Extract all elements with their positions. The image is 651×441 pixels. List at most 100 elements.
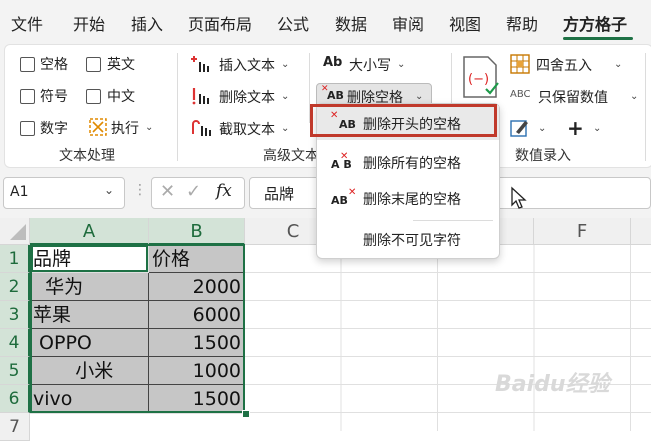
add-button[interactable]: + ⌄ bbox=[565, 116, 607, 141]
edit-icon bbox=[510, 120, 528, 137]
tab-review[interactable]: 审阅 bbox=[392, 11, 424, 35]
cell-a5[interactable]: 小米 bbox=[30, 357, 149, 385]
checkbox-space[interactable] bbox=[20, 57, 35, 72]
plus-icon: + bbox=[567, 116, 584, 140]
menu-item-label: 删除所有的空格 bbox=[363, 156, 461, 172]
chevron-down-icon: ⌄ bbox=[415, 91, 424, 102]
tab-data[interactable]: 数据 bbox=[335, 11, 367, 35]
tab-fangfanggezi[interactable]: 方方格子 bbox=[563, 11, 627, 35]
cell-b6[interactable]: 1500 bbox=[149, 385, 245, 413]
checkbox-number[interactable] bbox=[20, 121, 35, 136]
row-header-3[interactable]: 3 bbox=[0, 301, 30, 329]
formula-controls: ✕ ✓ fx bbox=[151, 177, 245, 209]
round-label: 四舍五入 bbox=[536, 58, 592, 74]
extract-text-button[interactable]: 截取文本 ⌄ bbox=[191, 117, 301, 141]
chevron-down-icon: ⌄ bbox=[145, 122, 154, 133]
value-icon: (−) bbox=[463, 56, 499, 98]
cell-a6[interactable]: vivo bbox=[30, 385, 149, 413]
extract-text-label: 截取文本 bbox=[219, 122, 275, 138]
group-divider bbox=[645, 53, 646, 161]
red-x-icon: ✕ bbox=[348, 187, 357, 198]
cell-b2[interactable]: 2000 bbox=[149, 273, 245, 301]
row-header-5[interactable]: 5 bbox=[0, 357, 30, 385]
cancel-icon[interactable]: ✕ bbox=[160, 181, 175, 202]
row-header-6[interactable]: 6 bbox=[0, 385, 30, 413]
empty-cells[interactable] bbox=[245, 245, 651, 431]
keep-values-button[interactable]: ABC 只保留数值 ⌄ bbox=[510, 85, 648, 109]
svg-text:(−): (−) bbox=[468, 72, 489, 87]
chevron-down-icon: ⌄ bbox=[538, 123, 547, 134]
menu-item-label: 删除不可见字符 bbox=[363, 233, 461, 249]
row-header-7[interactable]: 7 bbox=[0, 413, 30, 441]
case-button[interactable]: Ab 大小写 ⌄ bbox=[321, 53, 421, 77]
group-label-number-entry: 数值录入 bbox=[515, 148, 571, 164]
formula-content: 品牌 bbox=[264, 185, 295, 203]
chevron-down-icon: ⌄ bbox=[630, 91, 639, 102]
watermark: Baidu经验 bbox=[495, 372, 610, 397]
delete-text-label: 删除文本 bbox=[219, 90, 275, 106]
checkbox-english[interactable] bbox=[86, 57, 101, 72]
checkbox-symbol[interactable] bbox=[20, 89, 35, 104]
execute-icon bbox=[89, 118, 107, 136]
group-label-advanced-text: 高级文本 bbox=[263, 148, 319, 164]
chevron-down-icon: ⌄ bbox=[281, 123, 290, 134]
menu-item-label: 删除末尾的空格 bbox=[363, 192, 461, 208]
chevron-down-icon: ⌄ bbox=[104, 183, 115, 197]
tab-home[interactable]: 开始 bbox=[73, 11, 105, 35]
chevron-down-icon: ⌄ bbox=[397, 59, 406, 70]
tab-view[interactable]: 视图 bbox=[449, 11, 481, 35]
fill-handle[interactable] bbox=[242, 410, 250, 418]
column-header-g[interactable] bbox=[631, 218, 651, 245]
insert-text-icon bbox=[191, 56, 209, 72]
select-all-corner[interactable] bbox=[0, 218, 30, 245]
round-button[interactable]: 四舍五入 ⌄ bbox=[510, 53, 630, 77]
row-header-1[interactable]: 1 bbox=[0, 245, 30, 273]
delete-text-button[interactable]: 删除文本 ⌄ bbox=[191, 85, 301, 109]
fx-icon[interactable]: fx bbox=[216, 181, 232, 201]
group-label-text-processing: 文本处理 bbox=[59, 148, 115, 164]
confirm-icon[interactable]: ✓ bbox=[186, 181, 201, 202]
case-label: 大小写 bbox=[349, 58, 391, 74]
menu-item-delete-trailing-spaces[interactable]: AB ✕ 删除末尾的空格 bbox=[317, 181, 499, 215]
tab-page-layout[interactable]: 页面布局 bbox=[188, 11, 252, 35]
cell-a2[interactable]: 华为 bbox=[30, 273, 149, 301]
chevron-down-icon: ⌄ bbox=[281, 59, 290, 70]
edit-values-button[interactable]: ⌄ bbox=[510, 117, 552, 141]
tab-formulas[interactable]: 公式 bbox=[277, 11, 309, 35]
row-header-4[interactable]: 4 bbox=[0, 329, 30, 357]
menu-divider bbox=[413, 220, 493, 221]
cell-b3[interactable]: 6000 bbox=[149, 301, 245, 329]
corner-triangle-icon bbox=[10, 224, 26, 240]
tab-help[interactable]: 帮助 bbox=[506, 11, 538, 35]
cell-b5[interactable]: 1000 bbox=[149, 357, 245, 385]
more-options-icon: ⋮ bbox=[133, 182, 147, 198]
execute-label: 执行 bbox=[111, 121, 139, 137]
red-x-icon: ✕ bbox=[340, 151, 349, 162]
cell-b1[interactable]: 价格 bbox=[149, 245, 245, 273]
checkbox-chinese[interactable] bbox=[86, 89, 101, 104]
row-7-cells[interactable] bbox=[30, 413, 245, 432]
round-icon bbox=[510, 54, 530, 74]
insert-text-button[interactable]: 插入文本 ⌄ bbox=[191, 53, 301, 77]
row-header-2[interactable]: 2 bbox=[0, 273, 30, 301]
menu-item-delete-all-spaces[interactable]: A B ✕ 删除所有的空格 bbox=[317, 145, 499, 179]
tab-insert[interactable]: 插入 bbox=[131, 11, 163, 35]
column-header-b[interactable]: B bbox=[149, 218, 245, 245]
column-header-f[interactable]: F bbox=[534, 218, 631, 245]
ribbon-tab-bar: 文件 开始 插入 页面布局 公式 数据 审阅 视图 帮助 方方格子 bbox=[0, 0, 651, 42]
keep-values-label: 只保留数值 bbox=[538, 90, 608, 106]
checkbox-number-label: 数字 bbox=[40, 121, 68, 137]
menu-item-delete-invisible-chars[interactable]: 删除不可见字符 bbox=[317, 222, 499, 256]
delete-text-icon bbox=[192, 88, 209, 105]
cell-b4[interactable]: 1500 bbox=[149, 329, 245, 357]
checkbox-space-label: 空格 bbox=[40, 57, 68, 73]
tab-file[interactable]: 文件 bbox=[11, 11, 43, 35]
column-header-a[interactable]: A bbox=[30, 218, 149, 245]
abc-icon: ABC bbox=[510, 89, 531, 100]
name-box[interactable]: A1 ⌄ bbox=[3, 177, 125, 209]
cell-a4[interactable]: OPPO bbox=[30, 329, 149, 357]
checkbox-chinese-label: 中文 bbox=[107, 89, 135, 105]
cell-a1[interactable]: 品牌 bbox=[30, 245, 149, 273]
chevron-down-icon: ⌄ bbox=[281, 91, 290, 102]
cell-a3[interactable]: 苹果 bbox=[30, 301, 149, 329]
